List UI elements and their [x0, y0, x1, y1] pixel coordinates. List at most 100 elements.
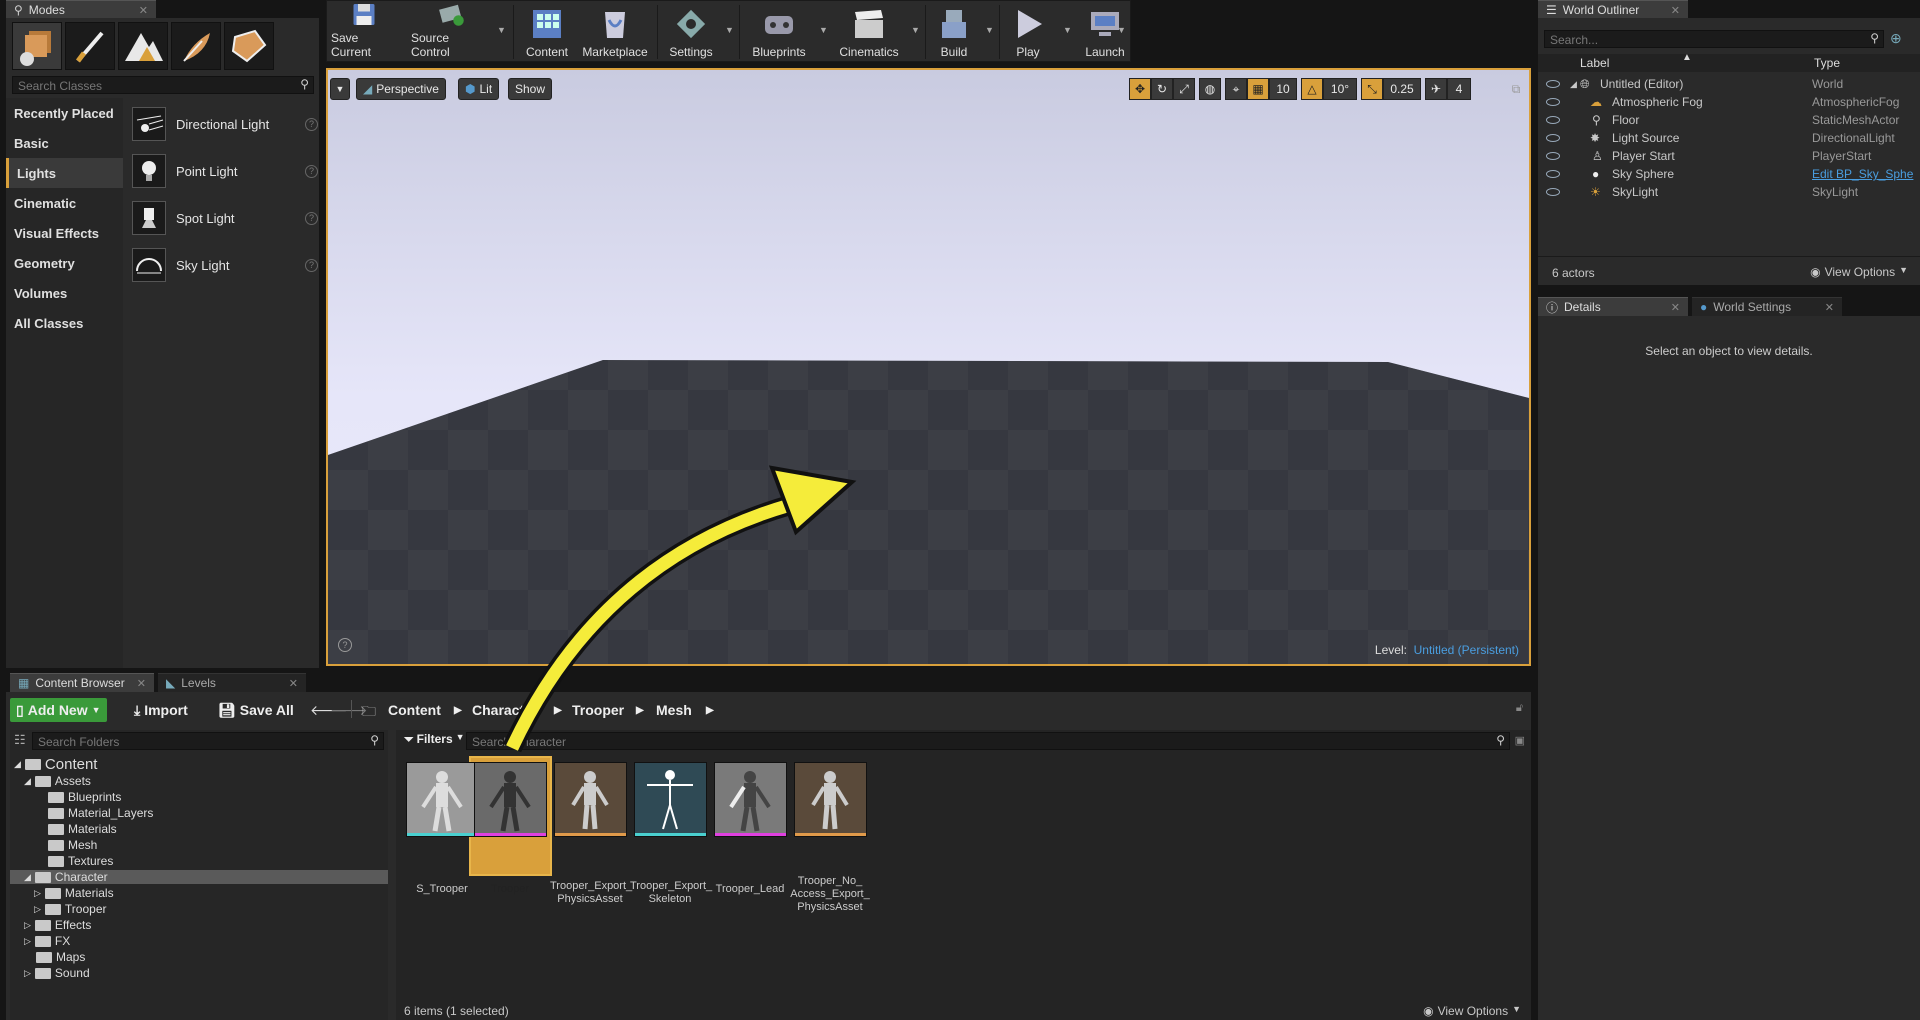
close-icon[interactable]: ✕ [1671, 301, 1680, 314]
level-viewport[interactable]: ▼ ◢ Perspective ⬢ Lit Show ✥ ↻ ⤢ ◍ ⌖ ▦ 10 … [326, 68, 1531, 666]
asset-tile[interactable] [794, 762, 867, 837]
tree-item-character-materials[interactable]: ▷ Materials [34, 886, 114, 900]
tree-item-trooper[interactable]: ▷ Trooper [34, 902, 107, 916]
outliner-search-input[interactable]: Search... ⚲ [1544, 30, 1884, 48]
search-folders-input[interactable]: Search Folders ⚲ [32, 732, 384, 750]
rotate-mode-icon[interactable]: ↻ [1151, 78, 1173, 100]
outliner-row[interactable]: ♙ Player Start PlayerStart [1538, 147, 1920, 165]
visibility-eye-icon[interactable] [1546, 170, 1560, 178]
build-button[interactable]: Build [929, 1, 979, 61]
translate-mode-icon[interactable]: ✥ [1129, 78, 1151, 100]
asset-tile[interactable] [406, 762, 479, 837]
save-all-button[interactable]: 💾︎ Save All [212, 698, 300, 722]
place-mode-button[interactable] [12, 22, 62, 70]
category-basic[interactable]: Basic [6, 128, 123, 158]
category-lights[interactable]: Lights [6, 158, 123, 188]
grid-snap-icon[interactable]: ▦ [1247, 78, 1269, 100]
save-search-icon[interactable]: ▣ [1515, 734, 1525, 747]
expand-icon[interactable]: ◢ [1570, 79, 1577, 90]
launch-dropdown-icon[interactable]: ▼ [1117, 25, 1126, 35]
help-icon[interactable]: ? [305, 258, 318, 272]
outliner-row[interactable]: ☀ SkyLight SkyLight [1538, 183, 1920, 201]
play-button[interactable]: Play [1003, 1, 1053, 61]
camera-speed-icon[interactable]: ✈ [1425, 78, 1447, 100]
category-volumes[interactable]: Volumes [6, 278, 123, 308]
visibility-eye-icon[interactable] [1546, 152, 1560, 160]
filters-button[interactable]: ⏷ Filters ▼ [404, 732, 465, 747]
view-options-button[interactable]: ◉ View Options ▼ [1810, 265, 1908, 279]
breadcrumb-separator-icon[interactable]: ▶ [454, 705, 462, 716]
breadcrumb-character[interactable]: Character [472, 702, 537, 718]
breadcrumb-trooper[interactable]: Trooper [572, 702, 624, 718]
geometry-mode-button[interactable] [224, 22, 274, 70]
breadcrumb-separator-icon[interactable]: ▶ [706, 705, 714, 716]
scale-snap-icon[interactable]: ⤡ [1361, 78, 1383, 100]
tab-content-browser[interactable]: ▦ Content Browser ✕ [10, 673, 154, 692]
rotation-snap-icon[interactable]: △ [1301, 78, 1323, 100]
help-icon[interactable]: ? [305, 117, 318, 131]
content-button[interactable]: Content [517, 1, 577, 61]
play-dropdown-icon[interactable]: ▼ [1063, 25, 1072, 35]
close-icon[interactable]: ✕ [139, 4, 148, 17]
visibility-eye-icon[interactable] [1546, 188, 1560, 196]
help-icon[interactable]: ? [305, 211, 318, 225]
visibility-eye-icon[interactable] [1546, 134, 1560, 142]
breadcrumb-content[interactable]: Content [388, 702, 441, 718]
maximize-viewport-icon[interactable]: ⧉ [1508, 78, 1524, 100]
view-options-button[interactable]: ◉ View Options ▼ [1423, 1004, 1521, 1018]
tree-item-materials[interactable]: Materials [48, 822, 117, 836]
tab-modes[interactable]: ⚲ Modes ✕ [6, 0, 156, 19]
viewport-options-button[interactable]: ▼ [330, 78, 350, 100]
tree-item-sound[interactable]: ▷ Sound [24, 966, 90, 980]
close-icon[interactable]: ✕ [137, 677, 146, 690]
lock-icon[interactable]: 🔓︎ [1516, 702, 1523, 715]
place-directional-light[interactable]: Directional Light ? [132, 104, 319, 144]
place-point-light[interactable]: Point Light ? [132, 151, 319, 191]
landscape-mode-button[interactable] [118, 22, 168, 70]
tab-world-settings[interactable]: ● World Settings ✕ [1692, 297, 1842, 316]
world-local-icon[interactable]: ◍ [1199, 78, 1221, 100]
category-geometry[interactable]: Geometry [6, 248, 123, 278]
asset-tile[interactable] [714, 762, 787, 837]
lit-button[interactable]: ⬢ Lit [458, 78, 500, 100]
scale-mode-icon[interactable]: ⤢ [1173, 78, 1195, 100]
place-spot-light[interactable]: Spot Light ? [132, 198, 319, 238]
level-name[interactable]: Untitled (Persistent) [1414, 643, 1519, 657]
edit-blueprint-link[interactable]: Edit BP_Sky_Sphe [1812, 167, 1916, 181]
blueprints-dropdown-icon[interactable]: ▼ [819, 25, 828, 35]
outliner-row[interactable]: ● Sky Sphere Edit BP_Sky_Sphe [1538, 165, 1920, 183]
category-visual-effects[interactable]: Visual Effects [6, 218, 123, 248]
surface-snap-icon[interactable]: ⌖ [1225, 78, 1247, 100]
tab-world-outliner[interactable]: ☰ World Outliner ✕ [1538, 0, 1688, 19]
import-button[interactable]: ⤓ Import [128, 698, 194, 722]
tree-item-effects[interactable]: ▷ Effects [24, 918, 91, 932]
source-control-dropdown-icon[interactable]: ▼ [497, 25, 506, 35]
tab-levels[interactable]: ◣ Levels ✕ [158, 673, 306, 692]
tree-item-content[interactable]: ◢ Content [14, 756, 97, 773]
tree-item-material-layers[interactable]: Material_Layers [48, 806, 153, 820]
tree-item-assets[interactable]: ◢ Assets [24, 774, 91, 788]
visibility-eye-icon[interactable] [1546, 80, 1560, 88]
outliner-row[interactable]: ☁ Atmospheric Fog AtmosphericFog [1538, 93, 1920, 111]
outliner-row[interactable]: ◢ 🌐︎ Untitled (Editor) World [1538, 75, 1920, 93]
column-label[interactable]: Label [1580, 56, 1609, 70]
paint-mode-button[interactable] [65, 22, 115, 70]
tree-item-blueprints[interactable]: Blueprints [48, 790, 121, 804]
column-type[interactable]: Type [1814, 56, 1840, 70]
save-current-button[interactable]: Save Current [331, 1, 397, 61]
breadcrumb-mesh[interactable]: Mesh [656, 702, 692, 718]
settings-dropdown-icon[interactable]: ▼ [725, 25, 734, 35]
outliner-row[interactable]: ✸ Light Source DirectionalLight [1538, 129, 1920, 147]
help-icon[interactable]: ? [305, 164, 318, 178]
settings-button[interactable]: Settings [661, 1, 721, 61]
asset-tile[interactable] [554, 762, 627, 837]
category-all-classes[interactable]: All Classes [6, 308, 123, 338]
tree-item-character[interactable]: ◢ Character [10, 870, 388, 884]
close-icon[interactable]: ✕ [289, 677, 298, 690]
tree-toggle-icon[interactable]: ☷ [14, 732, 26, 748]
add-actor-icon[interactable]: ⊕ [1890, 30, 1912, 48]
visibility-eye-icon[interactable] [1546, 98, 1560, 106]
close-icon[interactable]: ✕ [1825, 301, 1834, 314]
tree-item-textures[interactable]: Textures [48, 854, 113, 868]
build-dropdown-icon[interactable]: ▼ [985, 25, 994, 35]
